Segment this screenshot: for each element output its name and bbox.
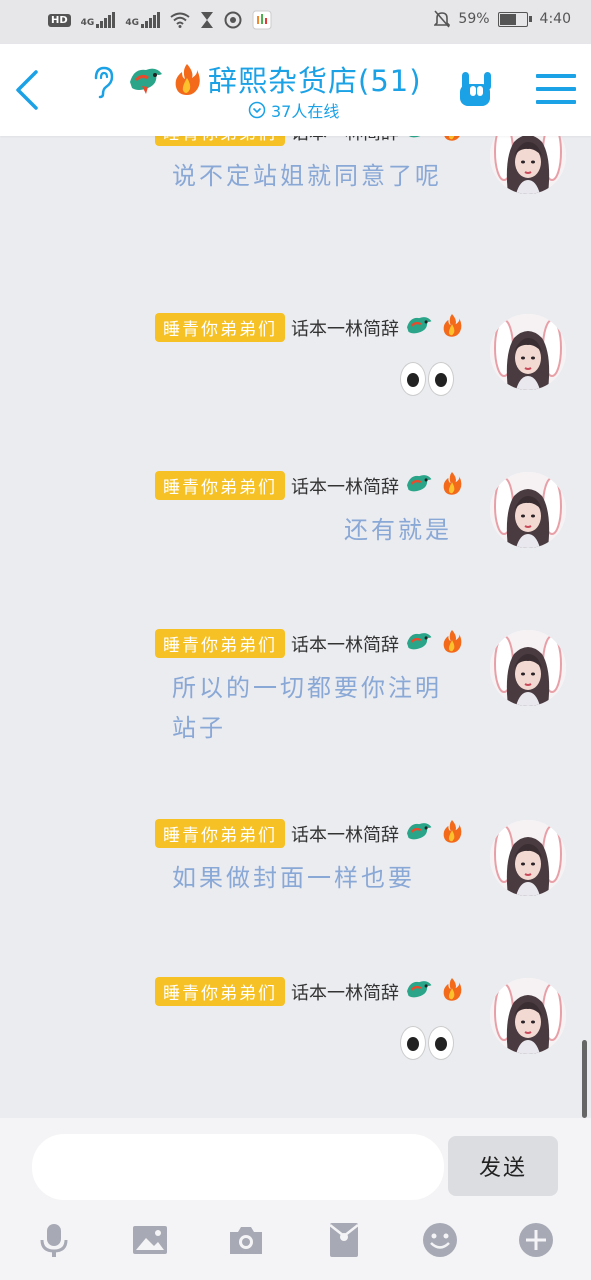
signal-2: 4G	[125, 12, 160, 28]
avatar[interactable]	[490, 820, 566, 896]
wifi-icon	[170, 12, 190, 28]
fire-icon	[441, 470, 463, 501]
avatar[interactable]	[490, 630, 566, 706]
send-button[interactable]: 发送	[448, 1136, 558, 1196]
message-text[interactable]: 如果做封面一样也要	[172, 858, 452, 898]
back-arrow-icon[interactable]	[10, 66, 50, 114]
signal-1: 4G	[81, 12, 116, 28]
avatar[interactable]	[490, 978, 566, 1054]
sender-name[interactable]: 话本一林简辞	[291, 821, 399, 847]
sender-name[interactable]: 话本一林简辞	[291, 979, 399, 1005]
sender-name[interactable]: 话本一林简辞	[291, 315, 399, 341]
battery-icon	[497, 11, 532, 27]
image-icon[interactable]	[130, 1220, 170, 1260]
fire-icon	[441, 136, 463, 147]
camera-icon[interactable]	[226, 1220, 266, 1260]
ear-icon[interactable]	[88, 64, 118, 100]
message-text[interactable]: 所以的一切都要你注明站子	[172, 668, 452, 748]
hand-gesture-icon[interactable]	[456, 68, 498, 110]
message-item: 睡青你弟弟们 话本一林简辞	[0, 976, 591, 1118]
message-list[interactable]: 睡青你弟弟们话本一林简辞说不定站姐就同意了呢 睡青你弟弟们话本一林简辞 睡青你弟…	[0, 136, 591, 1118]
fire-icon	[175, 64, 200, 95]
online-count[interactable]: 37人在线	[248, 98, 339, 122]
member-title-badge: 睡青你弟弟们	[155, 629, 285, 658]
sender-line: 睡青你弟弟们话本一林简辞	[155, 312, 463, 343]
plus-icon[interactable]	[516, 1220, 556, 1260]
emoji-icon[interactable]	[420, 1220, 460, 1260]
music-app-icon	[224, 11, 242, 29]
fire-icon	[441, 312, 463, 343]
group-title-row[interactable]: 辞熙杂货店(51)	[128, 58, 422, 100]
sender-name[interactable]: 话本一林简辞	[291, 631, 399, 657]
fire-icon	[441, 818, 463, 849]
dragon-flag-icon	[128, 62, 166, 96]
member-title-badge: 睡青你弟弟们	[155, 977, 285, 1006]
message-text[interactable]: 还有就是	[172, 510, 452, 550]
battery-percent: 59%	[458, 11, 490, 27]
message-item: 睡青你弟弟们 话本一林简辞还有就是	[0, 470, 591, 632]
member-title-badge: 睡青你弟弟们	[155, 313, 285, 342]
dragon-icon	[405, 136, 435, 147]
sender-line: 睡青你弟弟们话本一林简辞	[155, 136, 463, 147]
dragon-icon	[405, 628, 435, 659]
avatar[interactable]	[490, 136, 566, 194]
signal-icon	[96, 12, 116, 28]
online-count-label: 37人在线	[271, 102, 340, 121]
message-item: 睡青你弟弟们话本一林简辞说不定站姐就同意了呢	[0, 136, 591, 278]
dragon-icon	[405, 818, 435, 849]
member-title-badge: 睡青你弟弟们	[155, 136, 285, 146]
sender-name[interactable]: 话本一林简辞	[291, 136, 399, 145]
message-item: 睡青你弟弟们 话本一林简辞如果做封面一样也要	[0, 818, 591, 980]
fire-icon	[441, 628, 463, 659]
message-input[interactable]	[32, 1134, 444, 1200]
group-title: 辞熙杂货店(51)	[208, 64, 422, 98]
mic-icon[interactable]	[34, 1220, 74, 1260]
chat-header: 辞熙杂货店(51) 37人在线	[0, 44, 591, 136]
signal-icon	[140, 12, 160, 28]
avatar[interactable]	[490, 472, 566, 548]
input-bar: 发送	[0, 1118, 591, 1280]
chevron-down-circle-icon	[248, 101, 266, 119]
scrollbar[interactable]	[582, 1040, 587, 1118]
sender-line: 睡青你弟弟们话本一林简辞	[155, 976, 463, 1007]
message-item: 睡青你弟弟们 话本一林简辞所以的一切都要你注明站子	[0, 628, 591, 790]
avatar[interactable]	[490, 314, 566, 390]
dragon-icon	[405, 470, 435, 501]
hd-indicator: HD	[48, 13, 71, 27]
sender-line: 睡青你弟弟们话本一林简辞	[155, 470, 463, 501]
status-bar: HD 4G 4G 59% 4:40	[0, 0, 591, 44]
red-packet-icon[interactable]	[324, 1220, 364, 1260]
fire-icon	[441, 976, 463, 1007]
sender-name[interactable]: 话本一林简辞	[291, 473, 399, 499]
eyes-emoji-icon	[400, 1026, 454, 1060]
menu-icon[interactable]	[536, 74, 576, 108]
message-item: 睡青你弟弟们 话本一林简辞	[0, 312, 591, 474]
member-title-badge: 睡青你弟弟们	[155, 819, 285, 848]
dragon-icon	[405, 312, 435, 343]
eyes-emoji-icon	[400, 362, 454, 396]
app-notification-icon	[252, 10, 272, 30]
clock: 4:40	[539, 11, 571, 27]
member-title-badge: 睡青你弟弟们	[155, 471, 285, 500]
sender-line: 睡青你弟弟们话本一林简辞	[155, 818, 463, 849]
hourglass-icon	[200, 12, 213, 28]
mute-bell-icon	[434, 10, 451, 28]
dragon-icon	[405, 976, 435, 1007]
message-text[interactable]: 说不定站姐就同意了呢	[172, 156, 452, 196]
sender-line: 睡青你弟弟们话本一林简辞	[155, 628, 463, 659]
